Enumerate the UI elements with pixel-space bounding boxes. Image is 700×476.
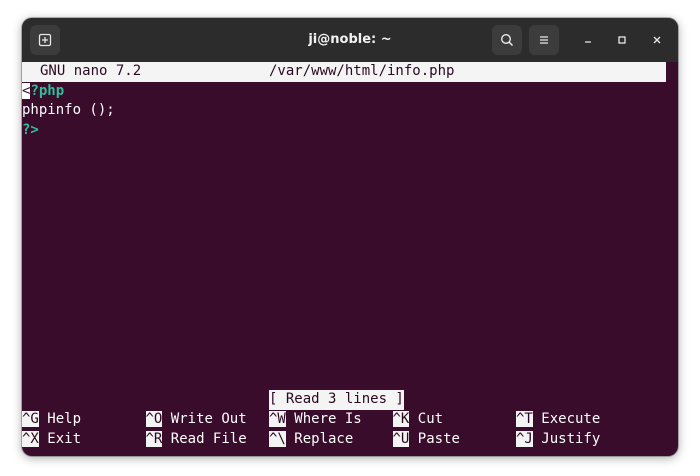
shortcut-key: ^T [516,411,533,427]
status-message: [ Read 3 lines ] [269,390,404,410]
minimize-icon [585,41,591,43]
shortcut-label: Paste [409,430,460,447]
shortcut-key: ^X [22,430,39,447]
terminal-window: ji@noble: ~ GNU nano 7.2 /var/www/html/i… [22,18,678,456]
close-icon [653,36,661,44]
shortcut-key: ^W [269,411,286,427]
shortcut-item[interactable]: ^\ Replace [269,430,353,450]
shortcut-key: ^G [22,411,39,427]
code-line-2[interactable]: phpinfo (); [22,101,115,121]
shortcut-label: Read File [162,430,247,447]
shortcut-key: ^U [392,430,410,447]
shortcut-item[interactable]: ^O Write Out [145,410,247,430]
terminal-area[interactable]: GNU nano 7.2 /var/www/html/info.php <?ph… [22,62,678,456]
maximize-button[interactable] [612,30,632,50]
shortcut-item[interactable]: ^U Paste [392,430,460,450]
code-line-3[interactable]: ?> [22,121,39,141]
shortcut-item[interactable]: ^R Read File [145,430,247,450]
search-icon [500,33,514,47]
code-line-1[interactable]: <?php [22,82,64,102]
maximize-icon [618,36,626,44]
close-button[interactable] [647,30,667,50]
shortcut-key: ^J [516,430,533,447]
shortcut-key: ^K [392,411,410,427]
shortcut-label: Justify [532,430,601,447]
shortcut-label: Execute [532,411,601,427]
title-bar: ji@noble: ~ [22,18,678,62]
shortcut-item[interactable]: ^G Help [22,410,81,430]
shortcut-label: Exit [38,430,82,447]
nano-version: GNU nano 7.2 [40,63,142,79]
shortcut-key: ^O [145,411,163,427]
shortcut-label: Replace [285,430,354,447]
menu-button[interactable] [529,25,559,55]
minimize-button[interactable] [578,30,598,50]
shortcut-item[interactable]: ^K Cut [392,410,444,430]
shortcut-label: Where Is [285,411,362,427]
search-button[interactable] [492,25,522,55]
shortcut-item[interactable]: ^W Where Is [269,410,362,430]
hamburger-menu-icon [540,36,548,44]
nano-file-path: /var/www/html/info.php [269,63,455,79]
shortcut-label: Write Out [162,411,247,427]
shortcut-item[interactable]: ^J Justify [516,430,600,450]
shortcut-label: Help [38,411,82,427]
code-keyword-open: ?php [30,82,65,99]
nano-header-bar: GNU nano 7.2 /var/www/html/info.php [22,62,666,82]
shortcut-label: Cut [409,411,444,427]
shortcut-item[interactable]: ^X Exit [22,430,81,450]
shortcut-key: ^\ [269,430,286,447]
shortcut-key: ^R [145,430,163,447]
shortcut-item[interactable]: ^T Execute [516,410,600,430]
